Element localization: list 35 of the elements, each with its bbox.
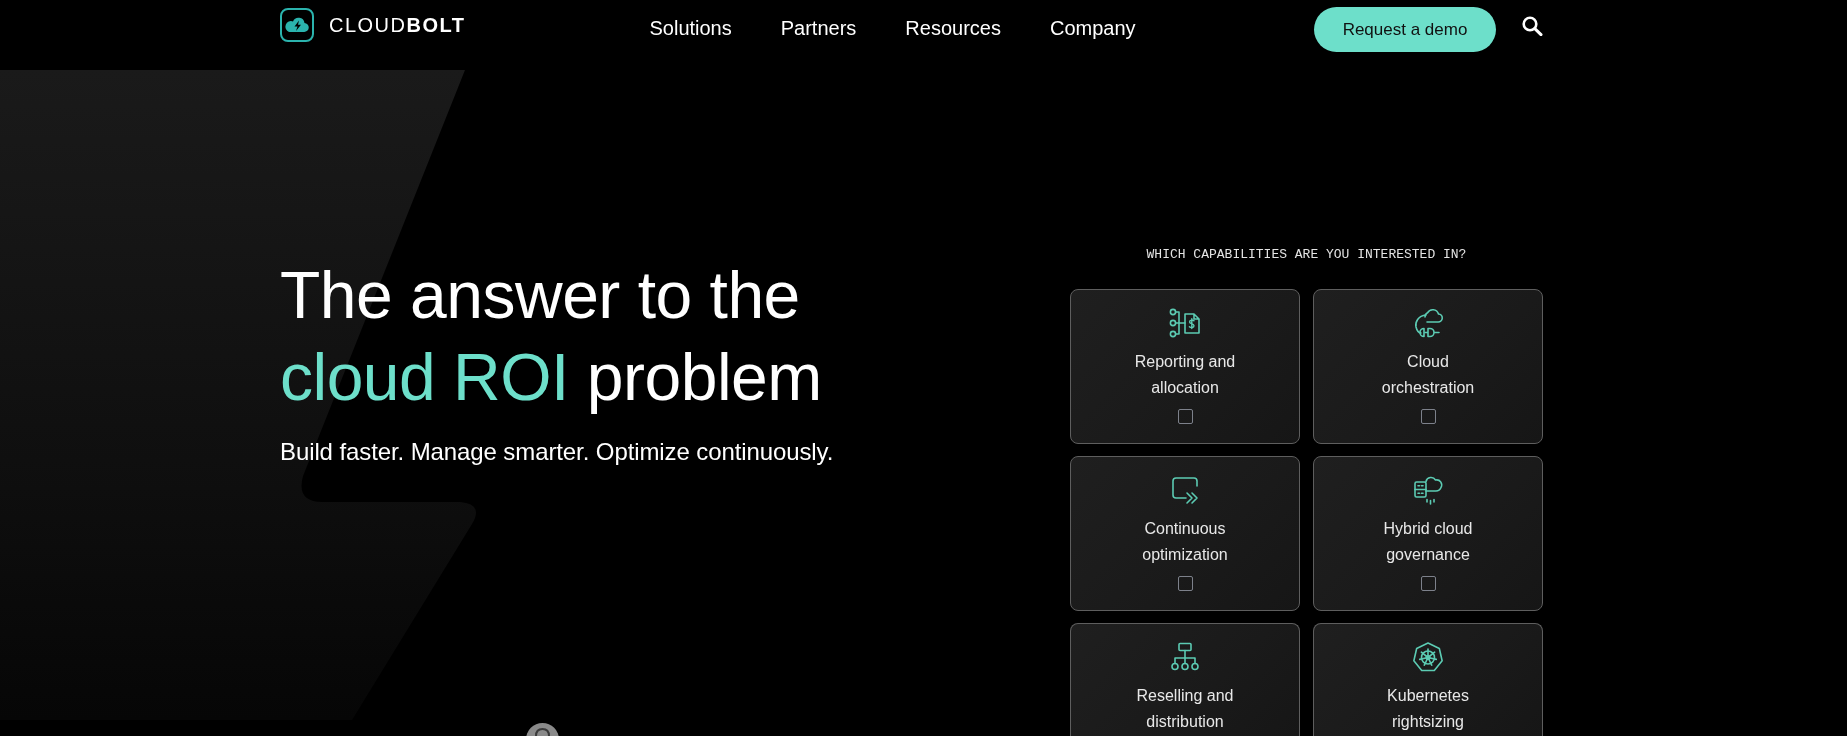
capability-label: Kubernetes rightsizing: [1386, 686, 1470, 732]
client-logo-icon: [526, 723, 559, 736]
checkbox[interactable]: [1177, 409, 1193, 424]
capability-label: Continuous optimization: [1141, 519, 1229, 565]
nav-link[interactable]: Resources: [905, 16, 1001, 40]
logo-icon[interactable]: [280, 8, 314, 42]
checkbox[interactable]: [1420, 409, 1436, 424]
capability-label: Hybrid cloud governance: [1382, 519, 1474, 565]
capability-card[interactable]: Reselling and distribution: [1070, 623, 1300, 736]
server-cloud-icon: [1412, 474, 1444, 506]
subtitle: Build faster. Manage smarter. Optimize continuously.: [280, 437, 835, 467]
capabilities-prompt: WHICH CAPABILITIES ARE YOU INTERESTED IN?: [1145, 246, 1468, 264]
nav-link[interactable]: Solutions: [649, 16, 732, 40]
capability-card[interactable]: Kubernetes rightsizing: [1313, 623, 1543, 736]
cloud-plug-icon: [1412, 307, 1444, 339]
helm-wheel-icon: [1412, 641, 1444, 673]
capability-card[interactable]: Hybrid cloud governance: [1313, 456, 1543, 611]
capability-card[interactable]: Cloud orchestration: [1313, 289, 1543, 444]
checkbox[interactable]: [1177, 576, 1193, 591]
logo-wordmark[interactable]: CLOUDBOLT: [329, 13, 466, 37]
capability-label: Reporting and allocation: [1133, 352, 1237, 398]
nav-link[interactable]: Partners: [780, 16, 857, 40]
capability-label: Reselling and distribution: [1135, 686, 1235, 732]
headline: The answer to the cloud ROI problem: [280, 257, 823, 416]
hierarchy-icon: [1169, 641, 1201, 673]
nav-link[interactable]: Company: [1049, 16, 1136, 40]
search-icon: [1522, 16, 1543, 36]
request-demo-button[interactable]: Request a demo: [1314, 7, 1496, 52]
capability-label: Cloud orchestration: [1380, 352, 1476, 398]
dollar-document-icon: [1169, 307, 1201, 339]
checkbox[interactable]: [1420, 576, 1436, 591]
capability-card[interactable]: Reporting and allocation: [1070, 289, 1300, 444]
screen-double-chevron-icon: [1169, 474, 1201, 506]
capability-card[interactable]: Continuous optimization: [1070, 456, 1300, 611]
search-button[interactable]: [1522, 16, 1543, 36]
